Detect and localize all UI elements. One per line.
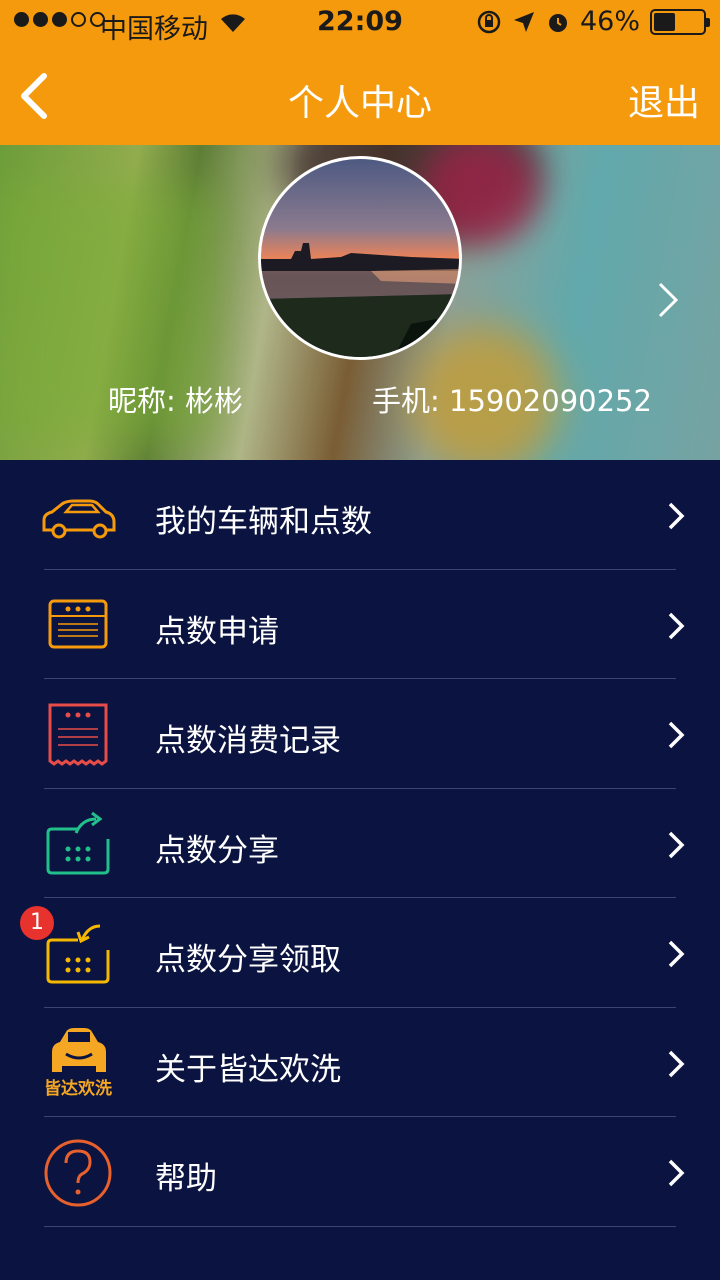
nav-bar: 个人中心 退出 bbox=[0, 48, 720, 145]
menu-item-points-apply[interactable]: 点数申请 bbox=[0, 570, 720, 679]
menu-item-label: 点数分享 bbox=[155, 832, 279, 869]
menu-item-label: 点数申请 bbox=[155, 613, 279, 650]
nickname: 昵称: 彬彬 bbox=[108, 384, 243, 418]
chevron-right-icon bbox=[668, 1050, 685, 1077]
receipt-icon bbox=[48, 703, 108, 766]
menu-item-about[interactable]: 皆达欢洗 关于皆达欢洗 bbox=[0, 1008, 720, 1117]
menu-item-consumption-records[interactable]: 点数消费记录 bbox=[0, 679, 720, 789]
menu-item-label: 关于皆达欢洗 bbox=[155, 1051, 341, 1088]
menu-item-my-vehicles[interactable]: 我的车辆和点数 bbox=[0, 460, 720, 570]
chevron-right-icon bbox=[668, 1159, 685, 1187]
menu-item-label: 我的车辆和点数 bbox=[155, 504, 372, 540]
car-outline-icon bbox=[42, 499, 116, 539]
app-logo-icon: 皆达欢洗 bbox=[44, 1027, 112, 1098]
chevron-right-icon bbox=[668, 721, 685, 749]
chevron-right-icon bbox=[668, 502, 685, 530]
menu-item-label: 帮助 bbox=[155, 1161, 217, 1197]
notification-badge: 1 bbox=[20, 906, 54, 940]
avatar[interactable] bbox=[258, 156, 462, 360]
chevron-right-icon[interactable] bbox=[656, 280, 680, 320]
help-question-icon bbox=[44, 1139, 112, 1207]
chevron-right-icon bbox=[668, 831, 685, 858]
divider bbox=[44, 1225, 676, 1227]
status-bar: 中国移动 22:09 46% bbox=[0, 0, 720, 48]
menu-item-label: 点数分享领取 bbox=[155, 942, 341, 978]
chevron-right-icon bbox=[668, 940, 685, 968]
profile-header[interactable]: 昵称: 彬彬 手机: 15902090252 bbox=[0, 145, 720, 460]
battery-icon bbox=[650, 8, 710, 35]
battery-percent: 46% bbox=[579, 6, 640, 37]
page-title: 个人中心 bbox=[287, 83, 432, 124]
menu-item-help[interactable]: 帮助 bbox=[0, 1117, 720, 1227]
share-calendar-icon bbox=[46, 811, 110, 874]
location-arrow-icon bbox=[513, 11, 534, 32]
application-form-icon bbox=[48, 599, 108, 648]
menu-item-points-share[interactable]: 点数分享 bbox=[0, 789, 720, 898]
menu-item-share-receive[interactable]: 1 点数分享领取 bbox=[0, 898, 720, 1008]
menu-item-label: 点数消费记录 bbox=[155, 723, 341, 759]
app-logo-text: 皆达欢洗 bbox=[44, 1078, 112, 1098]
phone-number: 手机: 15902090252 bbox=[372, 384, 652, 418]
chevron-right-icon bbox=[668, 612, 685, 639]
rotation-lock-icon bbox=[477, 10, 501, 33]
logout-button[interactable]: 退出 bbox=[628, 74, 700, 126]
alarm-icon bbox=[548, 13, 567, 32]
menu-list: 我的车辆和点数 点数申请 点数消费记录 点数分享 1 点数分享领取 皆达欢洗 关… bbox=[0, 460, 720, 1227]
